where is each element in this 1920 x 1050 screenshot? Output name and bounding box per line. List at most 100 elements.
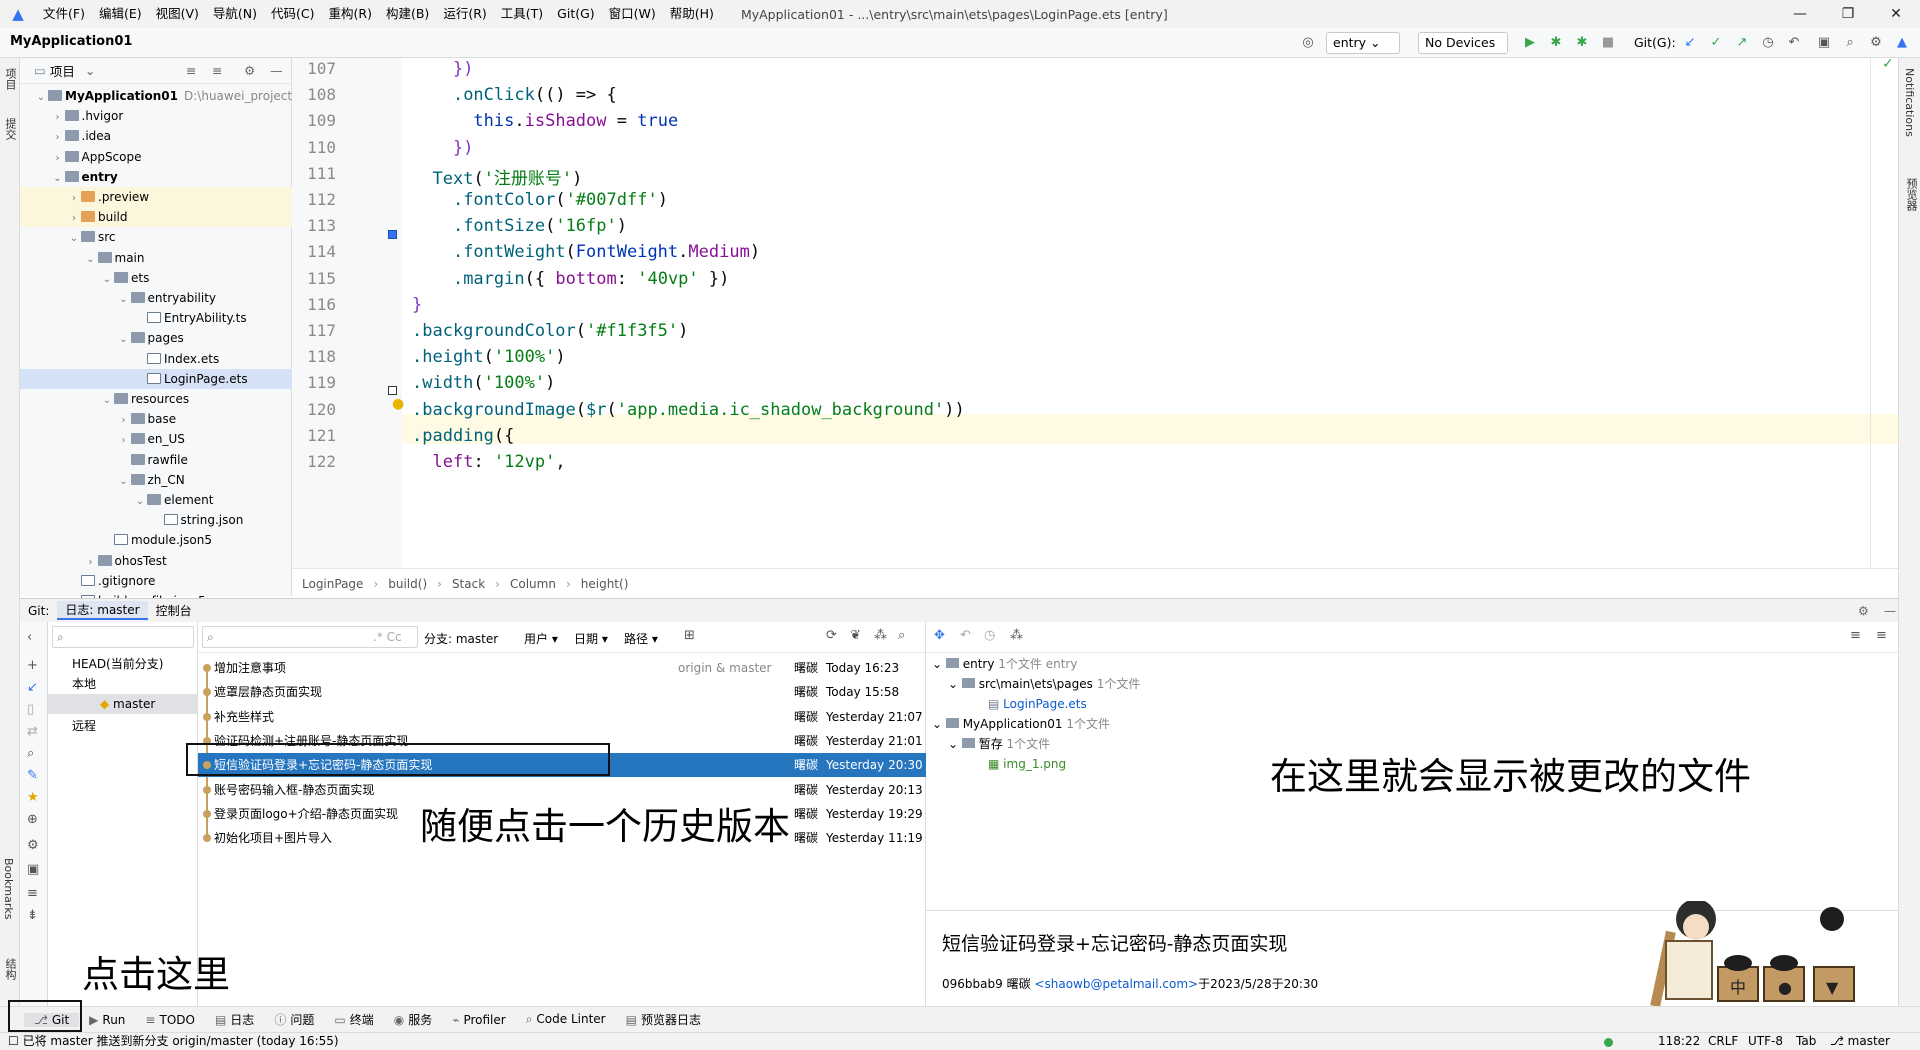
breadcrumb-item[interactable]: height() — [581, 577, 629, 591]
changed-file-loginpage[interactable]: ▤ LoginPage.ets — [988, 694, 1087, 714]
expand-all-icon[interactable]: ≡ — [1850, 628, 1861, 643]
tree-item[interactable]: › build — [20, 207, 292, 229]
branch-group-remote[interactable]: 远程 — [72, 716, 96, 736]
code-line[interactable]: .margin({ bottom: '40vp' }) — [412, 269, 729, 289]
menu-item[interactable]: 构建(B) — [379, 0, 436, 28]
tree-item[interactable]: string.json — [20, 510, 292, 530]
code-line[interactable]: }) — [412, 138, 473, 158]
code-line[interactable]: left: '12vp', — [412, 452, 565, 472]
tab-log[interactable]: 日志: master — [57, 601, 148, 620]
status-message[interactable]: ☐ 已将 master 推送到新分支 origin/master (today … — [8, 1033, 339, 1050]
code-line[interactable]: .fontSize('16fp') — [412, 216, 627, 236]
notifications-tool-tab[interactable]: Notifications — [1903, 68, 1916, 137]
logo-icon[interactable]: ▲ — [1892, 33, 1912, 53]
tree-item[interactable]: ⌄ ets — [20, 268, 292, 288]
module-select[interactable]: entry ⌄ — [1326, 32, 1400, 54]
change-group-project[interactable]: ⌄ MyApplication01 1个文件 — [932, 714, 1110, 734]
branch-group-local[interactable]: 本地 — [72, 674, 96, 694]
collapse-all-icon[interactable]: ≡ — [212, 63, 222, 78]
target-icon[interactable]: ◎ — [1298, 33, 1318, 53]
tree-item[interactable]: › .idea — [20, 126, 292, 146]
menu-item[interactable]: 代码(C) — [264, 0, 321, 28]
refresh-icon[interactable]: ⟳ — [826, 628, 837, 643]
code-line[interactable]: .padding({ — [412, 426, 514, 446]
breadcrumb-item[interactable]: Column — [510, 577, 556, 591]
breadcrumb-item[interactable]: LoginPage — [302, 577, 363, 591]
branch-search-input[interactable]: ⌕ — [52, 626, 194, 648]
current-branch[interactable]: ⎇ master — [1830, 1033, 1890, 1050]
tool-tab-8[interactable]: ⌕ Code Linter — [516, 1012, 616, 1027]
branch-head[interactable]: HEAD(当前分支) — [72, 654, 163, 674]
tab-console[interactable]: 控制台 — [148, 602, 200, 619]
code-line[interactable]: .backgroundColor('#f1f3f5') — [412, 321, 688, 341]
back-icon[interactable]: ‹ — [27, 630, 32, 645]
stop-icon[interactable]: ■ — [1598, 33, 1618, 53]
gear-icon[interactable]: ⚙ — [244, 63, 255, 78]
lightbulb-icon[interactable]: ● — [392, 396, 404, 412]
branch-master[interactable]: ◆ master — [48, 694, 198, 714]
chevron-right-icon[interactable]: › — [67, 209, 81, 229]
tree-item[interactable]: module.json5 — [20, 530, 292, 550]
breadcrumb-item[interactable]: build() — [388, 577, 427, 591]
code-line[interactable]: this.isShadow = true — [412, 111, 678, 131]
menu-item[interactable]: 重构(R) — [322, 0, 379, 28]
git-history-icon[interactable]: ◷ — [1758, 33, 1778, 53]
gear-icon[interactable]: ⚙ — [1850, 604, 1877, 618]
tool-tab-1[interactable]: ▶ Run — [79, 1013, 135, 1027]
chevron-down-icon[interactable]: ⌄ — [100, 391, 114, 411]
chevron-right-icon[interactable]: › — [117, 431, 131, 451]
tree-item[interactable]: ⌄ entry — [20, 167, 292, 187]
menu-item[interactable]: Git(G) — [550, 0, 602, 28]
fetch-icon[interactable]: ↙ — [27, 680, 38, 695]
changed-file-img[interactable]: ▦ img_1.png — [988, 754, 1066, 774]
tree-item[interactable]: › ohosTest — [20, 551, 292, 571]
tool-tab-7[interactable]: ⌁ Profiler — [442, 1013, 515, 1027]
filter-branch[interactable]: 分支: master — [424, 630, 498, 647]
add-icon[interactable]: + — [27, 658, 38, 673]
breadcrumb-item[interactable]: Stack — [452, 577, 485, 591]
device-select[interactable]: No Devices ⌄ — [1418, 32, 1508, 70]
tree-item[interactable]: › .hvigor — [20, 106, 292, 126]
tool-tab-5[interactable]: ▭ 终端 — [324, 1011, 383, 1028]
minimize-icon[interactable]: — — [1776, 0, 1824, 28]
code-line[interactable]: .width('100%') — [412, 373, 555, 393]
chevron-down-icon[interactable]: ⌄ — [133, 492, 147, 512]
tree-item[interactable]: ⌄ entryability — [20, 288, 292, 308]
caret-position[interactable]: 118:22 — [1658, 1033, 1700, 1050]
change-group-entry[interactable]: ⌄ entry 1个文件 entry — [932, 654, 1077, 674]
code-line[interactable]: .backgroundImage($r('app.media.ic_shadow… — [412, 400, 965, 420]
attach-debugger-icon[interactable]: ✱ — [1572, 33, 1592, 53]
tree-item[interactable]: ⌄ src — [20, 227, 292, 247]
tree-item[interactable]: › AppScope — [20, 147, 292, 167]
run-icon[interactable]: ▶ — [1520, 33, 1540, 53]
code-line[interactable]: .fontWeight(FontWeight.Medium) — [412, 242, 760, 262]
code-line[interactable]: .height('100%') — [412, 347, 566, 367]
chevron-down-icon[interactable]: ⌄ — [117, 330, 131, 350]
gear-icon[interactable]: ⚙ — [27, 838, 39, 853]
delete-icon[interactable]: ▯ — [27, 702, 34, 717]
star-icon[interactable]: ★ — [27, 790, 39, 805]
tool-tab-4[interactable]: ⓘ 问题 — [264, 1011, 324, 1028]
device-manager-icon[interactable]: ▣ — [1814, 33, 1834, 53]
structure-tool-tab[interactable]: 结构 — [2, 958, 18, 980]
locate-icon[interactable]: ⊕ — [27, 812, 38, 827]
close-icon[interactable]: ✕ — [1872, 0, 1920, 28]
filter-date[interactable]: 日期 ▾ — [574, 630, 608, 647]
tree-item[interactable]: EntryAbility.ts — [20, 308, 292, 328]
hide-icon[interactable]: — — [1876, 604, 1904, 618]
project-name[interactable]: MyApplication01 — [10, 34, 132, 49]
menu-item[interactable]: 视图(V) — [149, 0, 206, 28]
tool-tab-2[interactable]: ≡ TODO — [135, 1013, 205, 1027]
revert-icon[interactable]: ↶ — [960, 628, 971, 643]
tree-item[interactable]: › .preview — [20, 187, 292, 207]
git-rollback-icon[interactable]: ↶ — [1784, 33, 1804, 53]
tree-item[interactable]: ⌄ MyApplication01 D:\huawei_project\20 — [20, 86, 312, 106]
commit-tool-tab[interactable]: 提交 — [2, 118, 18, 140]
maximize-icon[interactable]: ❐ — [1824, 0, 1872, 28]
tree-item[interactable]: .gitignore — [20, 571, 292, 591]
change-group-path[interactable]: ⌄ src\main\ets\pages 1个文件 — [948, 674, 1140, 694]
code-editor[interactable]: 107 108 109 110 111 112 113 114 115 116 117 118 119 1… — [292, 56, 1898, 568]
tree-item[interactable]: Index.ets — [20, 349, 292, 369]
commit-row[interactable]: 增加注意事项 origin & master 曙碳 Today 16:23 — [198, 656, 926, 680]
indent-setting[interactable]: Tab — [1796, 1033, 1816, 1050]
